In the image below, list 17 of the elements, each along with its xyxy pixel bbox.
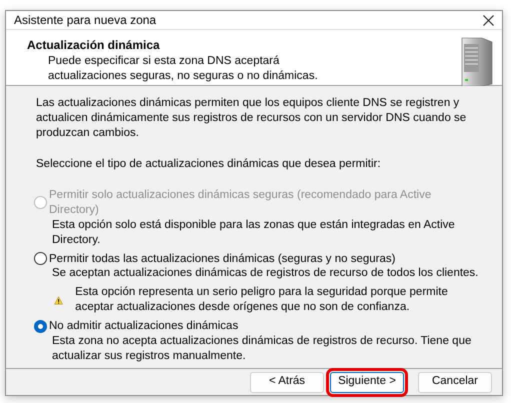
option-label[interactable]: Permitir todas las actualizaciones dinámicas (seguras y no seguras) (49, 252, 396, 266)
page-title: Actualización dinámica (27, 37, 161, 54)
radio-button[interactable] (34, 320, 47, 334)
option-label: Permitir solo actualizaciones dinámicas seguras (recomendado para Active Directory) (49, 188, 432, 218)
warning-text: Esta opción representa un serio peligro para la seguridad porque permite aceptar actualizaciones desde orígenes que no son de confianza. (75, 285, 449, 316)
wizard-button[interactable]: < Atrás (250, 372, 324, 393)
window-title: Asistente para nueva zona (14, 12, 156, 29)
radio-button[interactable] (34, 252, 47, 266)
option-description: Esta opción solo está disponible para las zonas que están integradas en Active Directory. (51, 218, 456, 248)
wizard-button[interactable]: Cancelar (418, 372, 492, 393)
option-description: Esta zona no acepta actualizaciones dinámicas de registros de recurso. Tiene que actualizar sus registros manualmente. (51, 334, 472, 364)
page-subtitle: Puede especificar si esta zona DNS aceptará actualizaciones seguras, no seguras o no dinámicas. (47, 54, 319, 84)
option-label[interactable]: No admitir actualizaciones dinámicas (49, 319, 238, 334)
close-icon[interactable] (483, 14, 494, 26)
intro-text: Las actualizaciones dinámicas permiten que los equipos cliente DNS se registren y actualicen dinámicamente sus registros de recursos con un servidor DNS cuando se produzcan cambios. (36, 96, 468, 141)
prompt-text: Seleccione el tipo de actualizaciones dinámicas que desea permitir: (36, 156, 382, 172)
option-description: Se aceptan actualizaciones dinámicas de registros de recurso de todos los clientes. (51, 266, 480, 282)
